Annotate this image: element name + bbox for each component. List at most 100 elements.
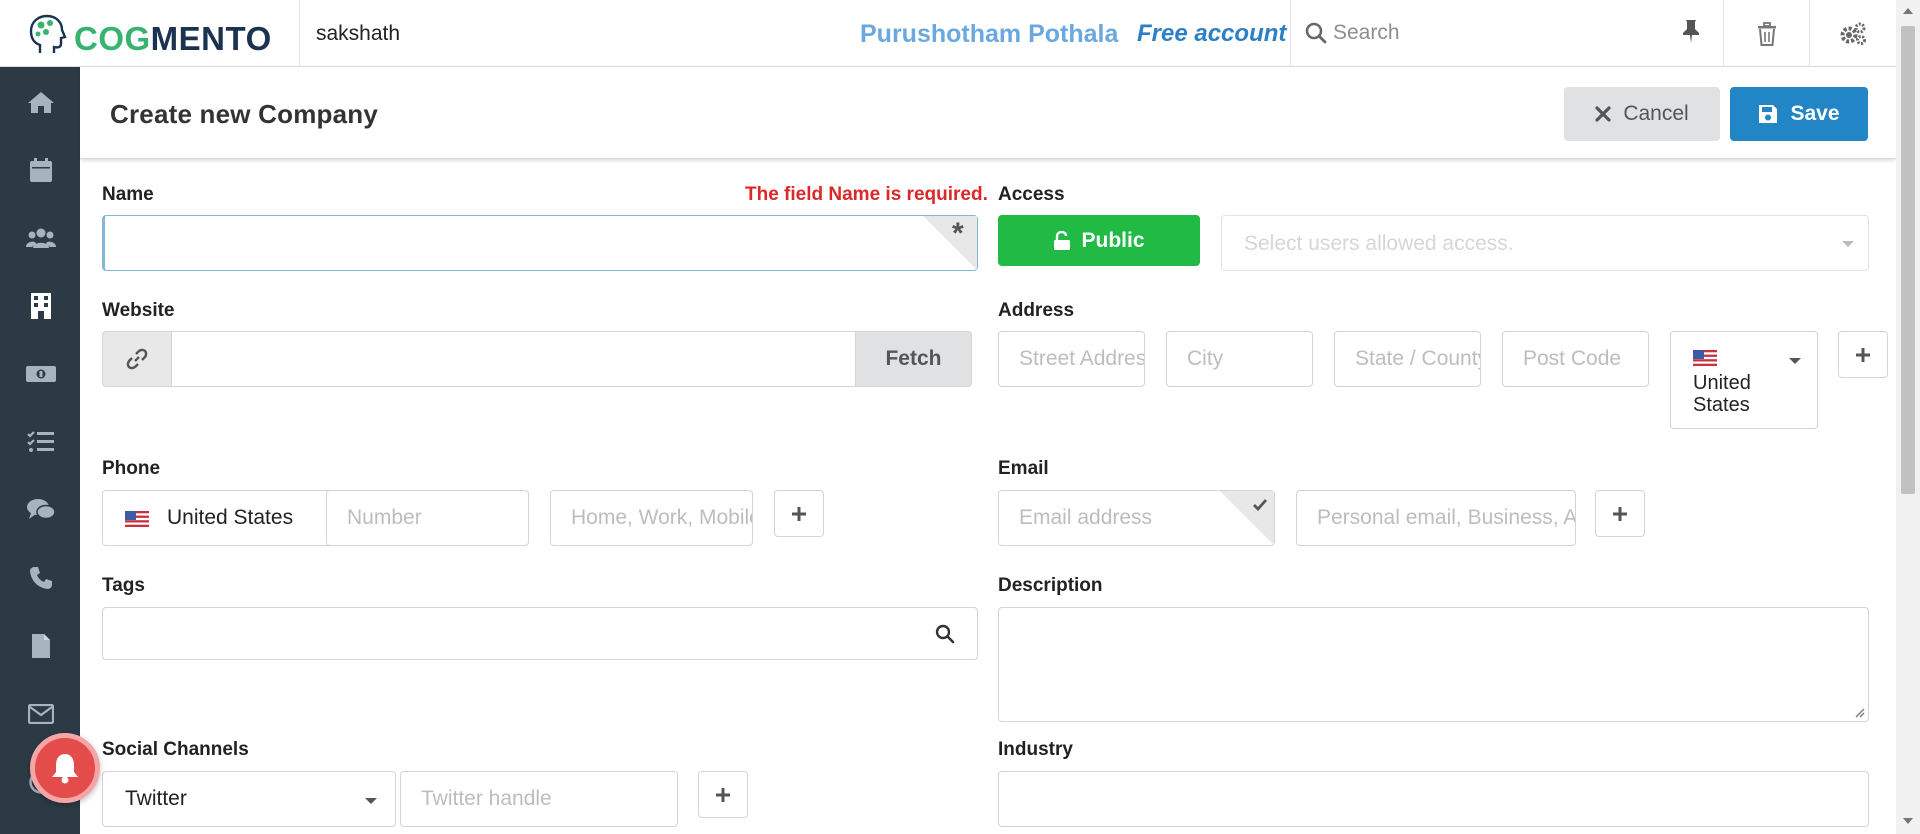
- app-logo[interactable]: COGMENTO: [0, 0, 300, 67]
- document-icon: [32, 634, 50, 658]
- sidebar-item-contacts[interactable]: [26, 223, 56, 253]
- sidebar-item-documents[interactable]: [26, 631, 56, 661]
- twitter-handle-input[interactable]: [400, 771, 678, 827]
- contacts-icon: [26, 228, 56, 248]
- search-icon: [935, 624, 955, 644]
- email-icon: [28, 704, 54, 724]
- sidebar-item-companies[interactable]: [26, 291, 56, 321]
- floppy-disk-icon: [1759, 105, 1778, 123]
- close-icon: [1595, 106, 1611, 122]
- settings-button[interactable]: [1809, 0, 1895, 67]
- gears-icon: [1840, 22, 1866, 45]
- phone-icon: [30, 567, 52, 589]
- plus-icon: [1856, 347, 1870, 362]
- industry-input[interactable]: [998, 771, 1869, 827]
- brand-cog: COG: [74, 20, 151, 57]
- scroll-down-arrow-icon[interactable]: [1903, 818, 1913, 824]
- required-corner: [923, 216, 977, 270]
- add-email-button[interactable]: [1595, 490, 1645, 537]
- page-title: Create new Company: [110, 99, 379, 129]
- unlock-icon: [1054, 230, 1071, 250]
- email-type-input[interactable]: [1296, 490, 1576, 546]
- page-header: Create new Company Cancel Save: [80, 67, 1896, 159]
- add-address-button[interactable]: [1838, 331, 1888, 378]
- sidebar-item-email[interactable]: [26, 699, 56, 729]
- website-input[interactable]: [171, 331, 856, 387]
- chevron-down-icon: [1789, 358, 1801, 364]
- social-channel-value: Twitter: [125, 787, 187, 810]
- plus-icon: [792, 506, 806, 521]
- save-label: Save: [1790, 102, 1840, 125]
- address-country-value: United States: [1693, 372, 1751, 416]
- user-name[interactable]: Purushotham Pothala: [860, 20, 1118, 49]
- postcode-input[interactable]: [1502, 331, 1649, 387]
- street-address-input[interactable]: [998, 331, 1145, 387]
- home-icon: [28, 92, 54, 113]
- industry-label: Industry: [998, 739, 1073, 760]
- scrollbar-thumb[interactable]: [1901, 26, 1915, 494]
- social-channel-select[interactable]: Twitter: [102, 771, 396, 827]
- pin-icon: [1683, 20, 1699, 43]
- description-textarea[interactable]: [998, 607, 1869, 722]
- sidebar-item-calls[interactable]: [26, 563, 56, 593]
- tags-label: Tags: [102, 575, 145, 596]
- fetch-button[interactable]: Fetch: [855, 331, 972, 387]
- scroll-up-arrow-icon[interactable]: [1903, 8, 1913, 14]
- deals-icon: [26, 366, 56, 382]
- page-scrollbar[interactable]: [1896, 0, 1920, 834]
- name-error-message: The field Name is required.: [745, 184, 988, 205]
- add-social-button[interactable]: [698, 771, 748, 818]
- top-bar: COGMENTO sakshath Purushotham Pothala Fr…: [0, 0, 1896, 67]
- trash-icon: [1757, 21, 1776, 46]
- plus-icon: [1613, 506, 1627, 521]
- sidebar-item-deals[interactable]: [26, 359, 56, 389]
- brand-mento: MENTO: [150, 20, 272, 57]
- social-channels-label: Social Channels: [102, 739, 249, 760]
- brand-name: COGMENTO: [74, 22, 272, 55]
- cancel-label: Cancel: [1623, 102, 1689, 125]
- chat-icon: [27, 499, 56, 520]
- phone-country-value: United States: [167, 506, 294, 529]
- email-label: Email: [998, 458, 1049, 479]
- sidebar-item-tasks[interactable]: [26, 427, 56, 457]
- phone-type-input[interactable]: [550, 490, 753, 546]
- plus-icon: [716, 787, 730, 802]
- calendar-icon: [30, 158, 52, 182]
- phone-label: Phone: [102, 458, 161, 479]
- search-icon: [1305, 22, 1327, 44]
- tags-input[interactable]: [102, 607, 978, 660]
- name-label: Name: [102, 184, 154, 205]
- sidebar: [0, 67, 80, 834]
- name-input[interactable]: [102, 215, 978, 271]
- main-content: Create new Company Cancel Save Name The …: [80, 67, 1896, 834]
- trash-button[interactable]: [1723, 0, 1809, 67]
- address-label: Address: [998, 300, 1075, 321]
- search-input[interactable]: [1333, 14, 1663, 52]
- pin-button[interactable]: [1680, 18, 1712, 50]
- add-phone-button[interactable]: [774, 490, 824, 537]
- notification-bell-button[interactable]: [30, 733, 100, 803]
- chevron-down-icon: [365, 798, 377, 804]
- address-country-select[interactable]: United States: [1670, 331, 1818, 429]
- city-input[interactable]: [1166, 331, 1313, 387]
- public-access-button[interactable]: Public: [998, 215, 1200, 266]
- required-asterisk: *: [952, 217, 964, 250]
- resize-handle-icon[interactable]: [1853, 706, 1865, 718]
- brain-head-logo-icon: [29, 14, 67, 53]
- us-flag-icon: [1693, 350, 1717, 366]
- cancel-button[interactable]: Cancel: [1564, 87, 1720, 141]
- bell-icon: [52, 754, 78, 784]
- state-input[interactable]: [1334, 331, 1481, 387]
- users-access-select[interactable]: Select users allowed access.: [1221, 215, 1869, 271]
- search-bar: [1290, 0, 1722, 67]
- sidebar-item-calendar[interactable]: [26, 155, 56, 185]
- us-flag-icon: [125, 511, 149, 527]
- link-addon: [102, 331, 172, 387]
- sidebar-item-home[interactable]: [26, 87, 56, 117]
- save-button[interactable]: Save: [1730, 87, 1868, 141]
- website-label: Website: [102, 300, 175, 321]
- public-label: Public: [1081, 228, 1145, 252]
- sidebar-item-cases[interactable]: [26, 495, 56, 525]
- account-type[interactable]: Free account: [1137, 20, 1286, 48]
- phone-number-input[interactable]: [326, 490, 529, 546]
